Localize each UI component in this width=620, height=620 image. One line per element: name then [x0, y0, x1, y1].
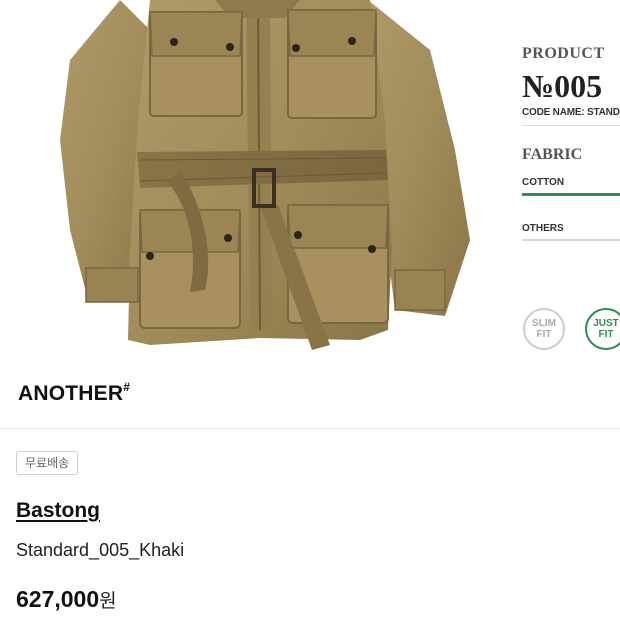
- price-currency: 원: [99, 591, 117, 612]
- product-name[interactable]: Bastong: [16, 499, 100, 523]
- cotton-ratio-bar: [522, 193, 620, 196]
- spec-others-label: OTHERS: [522, 223, 564, 234]
- product-subtitle: Standard_005_Khaki: [16, 540, 185, 560]
- product-hero-image[interactable]: PRODUCT №005 CODE NAME: STANDA FABRIC CO…: [0, 0, 620, 370]
- brand-name[interactable]: ANOTHER#: [18, 380, 131, 406]
- others-ratio-bar: [522, 239, 620, 241]
- just-fit-badge: JUST FIT: [585, 308, 620, 350]
- price-value: 627,000: [16, 586, 100, 612]
- product-spec-panel: PRODUCT №005 CODE NAME: STANDA FABRIC CO…: [515, 0, 620, 370]
- brand-mark: #: [123, 380, 131, 394]
- spec-product-number: №005: [522, 68, 603, 104]
- spec-fabric-label: FABRIC: [522, 146, 583, 163]
- product-price: 627,000원: [16, 586, 117, 613]
- jacket-image: [60, 0, 470, 350]
- brand-name-text: ANOTHER: [18, 382, 124, 405]
- spec-divider: [522, 125, 620, 126]
- free-shipping-badge: 무료배송: [16, 451, 79, 475]
- spec-code-name: CODE NAME: STANDA: [522, 107, 620, 118]
- section-divider: [0, 428, 620, 429]
- slim-fit-badge: SLIM FIT: [523, 308, 565, 350]
- spec-product-label: PRODUCT: [522, 45, 605, 62]
- spec-cotton-label: COTTON: [522, 177, 565, 188]
